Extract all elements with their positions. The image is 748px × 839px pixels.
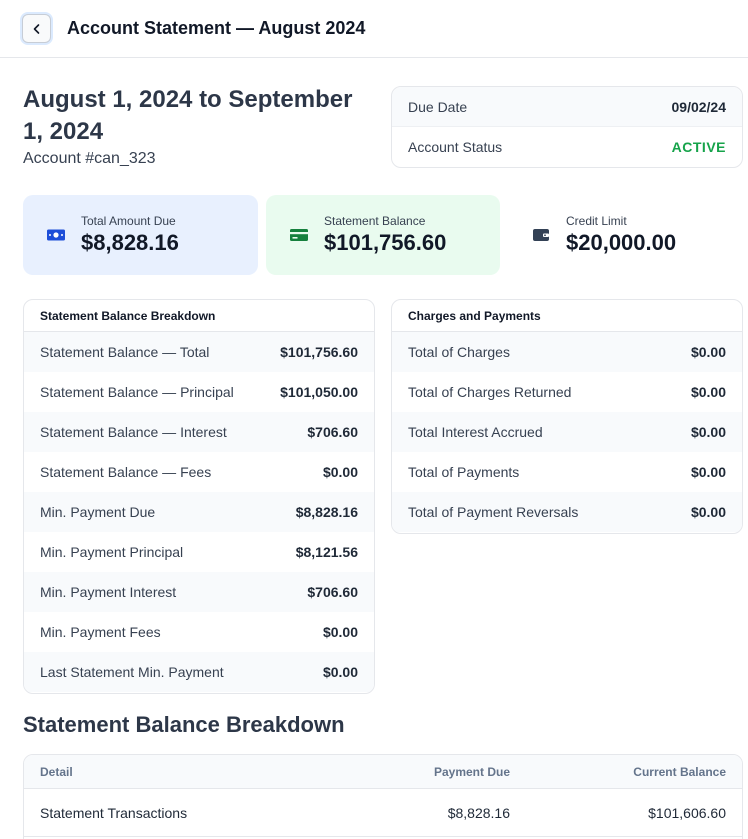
row-value: $0.00 [690, 424, 726, 440]
table-row: Total of Payments $0.00 [392, 452, 742, 492]
card-label: Statement Balance [324, 214, 426, 228]
statement-balance-breakdown-table: Statement Balance Breakdown Statement Ba… [23, 299, 375, 694]
section-title: Statement Balance Breakdown [23, 712, 345, 737]
card-value: $8,828.16 [81, 230, 179, 255]
account-status-label: Account Status [408, 139, 503, 155]
credit-limit-card: Credit Limit $20,000.00 [508, 195, 743, 275]
row-value: $0.00 [322, 464, 358, 480]
cell-current-balance: $101,606.60 [648, 804, 726, 821]
table-row: Statement Balance — Total $101,756.60 [24, 332, 374, 372]
cell-payment-due: $8,828.16 [447, 804, 510, 821]
row-label: Min. Payment Fees [40, 624, 161, 640]
table-row: Statement Balance — Interest $706.60 [24, 412, 374, 452]
table-row: Total of Payment Reversals $0.00 [392, 492, 742, 532]
page-title: Account Statement — August 2024 [67, 18, 366, 38]
row-label: Statement Balance — Principal [40, 384, 234, 400]
due-summary-card: Due Date 09/02/24 Account Status ACTIVE [391, 86, 743, 168]
due-date-label: Due Date [408, 98, 468, 115]
table-row: Min. Payment Principal $8,121.56 [24, 532, 374, 572]
column-header-payment-due: Payment Due [433, 764, 510, 779]
row-value: $0.00 [322, 624, 358, 640]
account-status-row: Account Status ACTIVE [392, 127, 742, 167]
card-value: $20,000.00 [566, 230, 677, 255]
wallet-icon [530, 224, 552, 246]
row-label: Statement Balance — Interest [40, 424, 227, 440]
page-header: Account Statement — August 2024 [0, 0, 748, 58]
row-value: $706.60 [307, 424, 358, 440]
table-row: Min. Payment Interest $706.60 [24, 572, 374, 612]
table-header-row: Detail Payment Due Current Balance [24, 755, 742, 789]
due-date-row: Due Date 09/02/24 [392, 87, 742, 127]
table-row: Min. Payment Fees $0.00 [24, 612, 374, 652]
cell-detail: Statement Transactions [40, 804, 188, 821]
credit-card-icon [288, 224, 310, 246]
row-label: Min. Payment Principal [40, 544, 184, 560]
column-header-detail: Detail [40, 764, 73, 779]
row-value: $101,756.60 [280, 344, 358, 360]
row-value: $0.00 [690, 504, 726, 520]
row-value: $0.00 [322, 664, 358, 680]
status-badge: ACTIVE [671, 139, 726, 155]
card-value: $101,756.60 [324, 230, 447, 255]
row-label: Total Interest Accrued [408, 424, 543, 440]
charges-and-payments-table: Charges and Payments Total of Charges $0.… [391, 299, 743, 534]
table-row: Total of Charges $0.00 [392, 332, 742, 372]
card-label: Total Amount Due [81, 214, 176, 228]
back-button[interactable] [22, 14, 51, 43]
row-label: Total of Charges Returned [408, 384, 572, 400]
table-row: Statement Transactions $8,828.16 $101,60… [24, 789, 742, 837]
total-amount-due-card: Total Amount Due $8,828.16 [23, 195, 258, 275]
statement-balance-card: Statement Balance $101,756.60 [266, 195, 500, 275]
column-header-current-balance: Current Balance [633, 764, 726, 779]
money-bill-icon [45, 224, 67, 246]
row-value: $101,050.00 [280, 384, 358, 400]
row-label: Min. Payment Due [40, 504, 156, 520]
statement-detail-table: Detail Payment Due Current Balance State… [23, 754, 743, 839]
row-label: Last Statement Min. Payment [40, 664, 224, 680]
row-label: Total of Payment Reversals [408, 504, 579, 520]
row-label: Statement Balance — Total [40, 344, 210, 360]
statement-period: August 1, 2024 to September 1, 2024 Acco… [23, 84, 363, 168]
table-heading: Statement Balance Breakdown [24, 300, 374, 332]
due-date-value: 09/02/24 [671, 98, 727, 115]
table-row: Total Interest Accrued $0.00 [392, 412, 742, 452]
table-row: Total of Charges Returned $0.00 [392, 372, 742, 412]
chevron-left-icon [33, 23, 39, 34]
table-heading: Charges and Payments [392, 300, 742, 332]
row-value: $8,121.56 [295, 544, 358, 560]
row-value: $706.60 [307, 584, 358, 600]
period-title: August 1, 2024 to September 1, 2024 [23, 86, 353, 145]
row-label: Statement Balance — Fees [40, 464, 212, 480]
row-value: $0.00 [690, 384, 726, 400]
row-value: $8,828.16 [295, 504, 358, 520]
table-row: Last Statement Min. Payment $0.00 [24, 652, 374, 692]
row-label: Total of Charges [408, 344, 510, 360]
row-label: Min. Payment Interest [40, 584, 177, 600]
account-number: Account #can_323 [23, 150, 156, 167]
table-row: Min. Payment Due $8,828.16 [24, 492, 374, 532]
table-row: Statement Balance — Principal $101,050.00 [24, 372, 374, 412]
row-value: $0.00 [690, 464, 726, 480]
table-row: Statement Balance — Fees $0.00 [24, 452, 374, 492]
row-value: $0.00 [690, 344, 726, 360]
row-label: Total of Payments [408, 464, 520, 480]
card-label: Credit Limit [566, 214, 627, 228]
